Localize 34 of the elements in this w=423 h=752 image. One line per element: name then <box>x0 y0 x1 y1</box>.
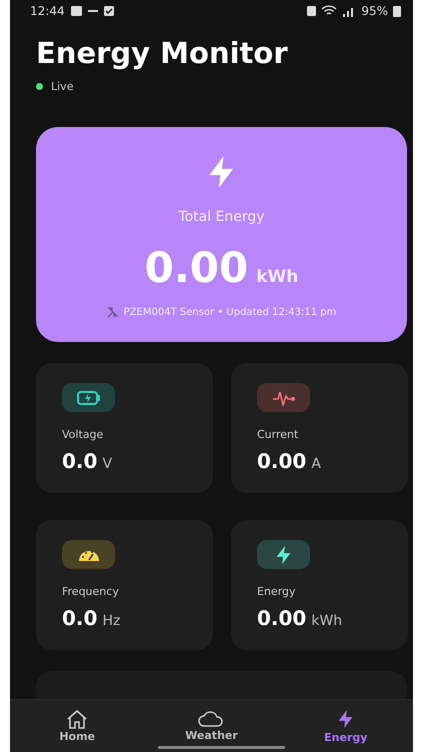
metric-label: Energy <box>257 585 297 598</box>
battery-level: 95% <box>361 4 388 18</box>
nav-tab[interactable]: Weather <box>144 700 279 752</box>
cloud-icon <box>197 710 226 728</box>
page-title: Energy Monitor <box>36 36 289 70</box>
minus-icon <box>88 10 98 12</box>
metric-value: 0.00 <box>257 606 306 630</box>
metric-value: 0.0 <box>62 449 98 473</box>
status-label: Live <box>51 80 74 93</box>
image-icon <box>70 6 82 16</box>
satellite-icon <box>106 306 119 318</box>
home-icon <box>66 709 88 729</box>
metric-unit: A <box>311 456 321 472</box>
card-label: Total Energy <box>178 209 265 225</box>
energy-unit: kWh <box>256 267 298 287</box>
battery-status-icon <box>393 6 401 16</box>
battery-icon <box>76 390 100 404</box>
lock-icon <box>307 6 316 16</box>
metric-label: Current <box>257 428 300 441</box>
sensor-update-text: PZEM004T Sensor • Updated 12:43:11 pm <box>124 306 336 318</box>
metric-label: Voltage <box>62 428 104 441</box>
energy-value: 0.00 <box>144 243 248 292</box>
nav-tab[interactable]: Home <box>10 700 144 752</box>
checkbox-icon <box>104 6 114 16</box>
metric-value: 0.0 <box>62 606 98 630</box>
pulse-icon <box>272 390 296 406</box>
wifi-icon <box>321 5 338 17</box>
metric-unit: kWh <box>311 613 342 629</box>
metric-unit: V <box>102 456 112 472</box>
metric-unit: Hz <box>102 613 120 629</box>
metric-value: 0.00 <box>257 449 306 473</box>
status-time: 12:44 <box>30 4 65 18</box>
metric-label: Frequency <box>62 585 120 598</box>
nav-tab[interactable]: Energy <box>278 700 413 752</box>
